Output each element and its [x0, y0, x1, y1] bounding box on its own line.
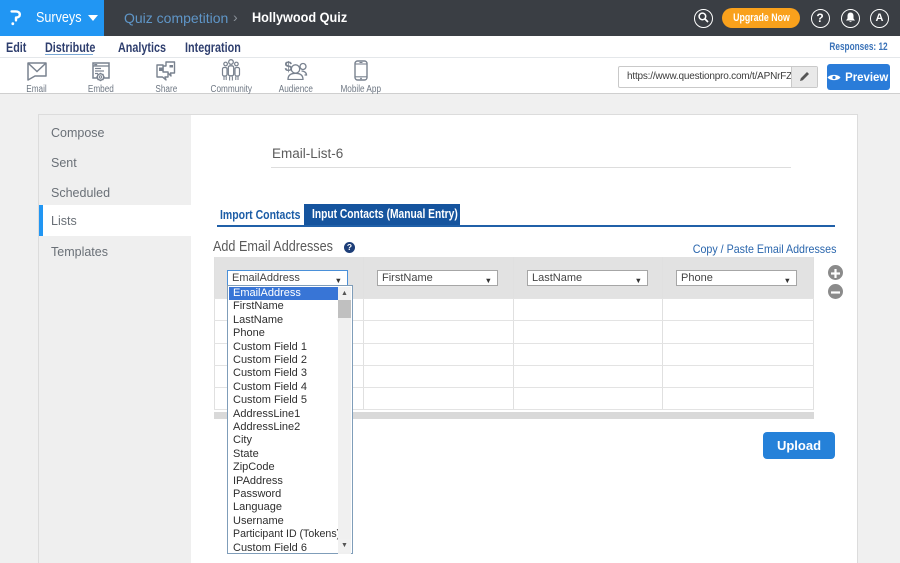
svg-text:$: $: [285, 59, 293, 74]
